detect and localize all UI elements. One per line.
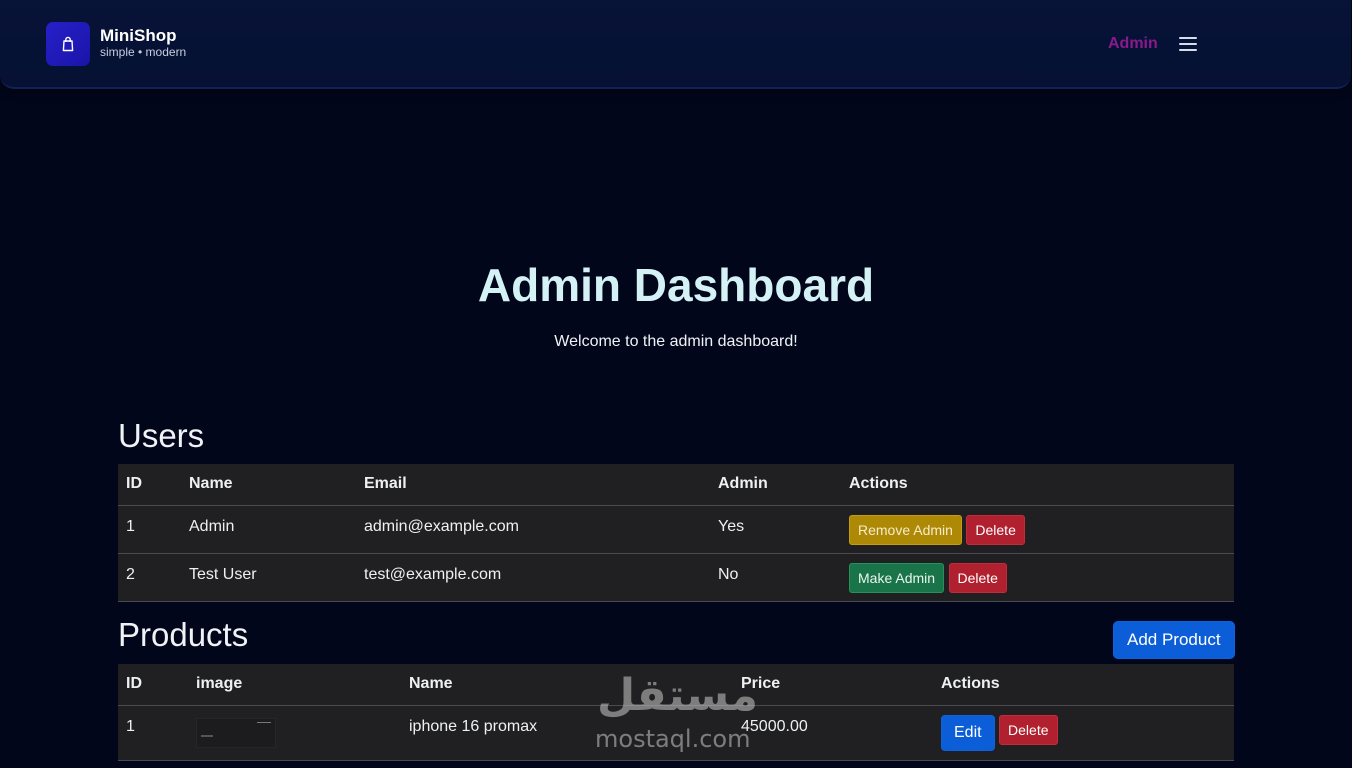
table-row: 1 iphone 16 promax 45000.00 Edit Delete [118, 705, 1234, 761]
user-id: 2 [118, 553, 181, 602]
menu-line [1179, 49, 1197, 51]
products-section-title: Products [118, 616, 249, 653]
brand-logo[interactable] [46, 22, 90, 66]
product-id: 1 [118, 705, 188, 761]
products-table: ID image Name Price Actions 1 iphone 16 … [118, 664, 1234, 761]
page-title: Admin Dashboard [477, 259, 875, 311]
column-header-id: ID [118, 464, 181, 506]
make-admin-button[interactable]: Make Admin [849, 562, 945, 593]
remove-admin-button[interactable]: Remove Admin [849, 514, 962, 545]
table-row: 2 Test User test@example.com No Make Adm… [118, 553, 1234, 602]
user-actions: Remove Admin Delete [841, 505, 1234, 554]
brand-tagline: simple • modern [100, 45, 187, 59]
add-product-button[interactable]: Add Product [1113, 621, 1235, 659]
user-admin-status: No [710, 553, 841, 602]
product-image-cell [188, 705, 401, 761]
users-section-title: Users [118, 417, 205, 454]
delete-user-button[interactable]: Delete [966, 514, 1025, 545]
delete-product-button[interactable]: Delete [999, 714, 1058, 745]
table-header-row: ID image Name Price Actions [118, 664, 1234, 706]
table-header-row: ID Name Email Admin Actions [118, 464, 1234, 506]
users-table: ID Name Email Admin Actions 1 Admin admi… [118, 464, 1234, 602]
column-header-email: Email [356, 464, 710, 506]
nav-link-admin[interactable]: Admin [1108, 35, 1158, 53]
user-email: test@example.com [356, 553, 710, 602]
product-price: 45000.00 [733, 705, 933, 761]
product-name: iphone 16 promax [401, 705, 733, 761]
column-header-name: Name [401, 664, 733, 706]
table-row: 1 Admin admin@example.com Yes Remove Adm… [118, 505, 1234, 554]
navbar: MiniShop simple • modern Admin [0, 0, 1351, 89]
column-header-name: Name [181, 464, 356, 506]
user-id: 1 [118, 505, 181, 554]
column-header-price: Price [733, 664, 933, 706]
user-email: admin@example.com [356, 505, 710, 554]
user-name: Test User [181, 553, 356, 602]
shopping-bag-icon [62, 36, 74, 52]
product-actions: Edit Delete [933, 705, 1234, 761]
brand-name[interactable]: MiniShop [100, 26, 176, 46]
column-header-image: image [188, 664, 401, 706]
user-name: Admin [181, 505, 356, 554]
delete-user-button[interactable]: Delete [948, 562, 1007, 593]
column-header-actions: Actions [841, 464, 1234, 506]
edit-product-button[interactable]: Edit [941, 714, 995, 751]
user-admin-status: Yes [710, 505, 841, 554]
column-header-actions: Actions [933, 664, 1234, 706]
hamburger-menu-icon[interactable] [1179, 36, 1197, 52]
column-header-admin: Admin [710, 464, 841, 506]
product-thumbnail [196, 717, 276, 748]
menu-line [1179, 37, 1197, 39]
page-subtitle: Welcome to the admin dashboard! [554, 333, 798, 350]
menu-line [1179, 43, 1197, 45]
column-header-id: ID [118, 664, 188, 706]
user-actions: Make Admin Delete [841, 553, 1234, 602]
